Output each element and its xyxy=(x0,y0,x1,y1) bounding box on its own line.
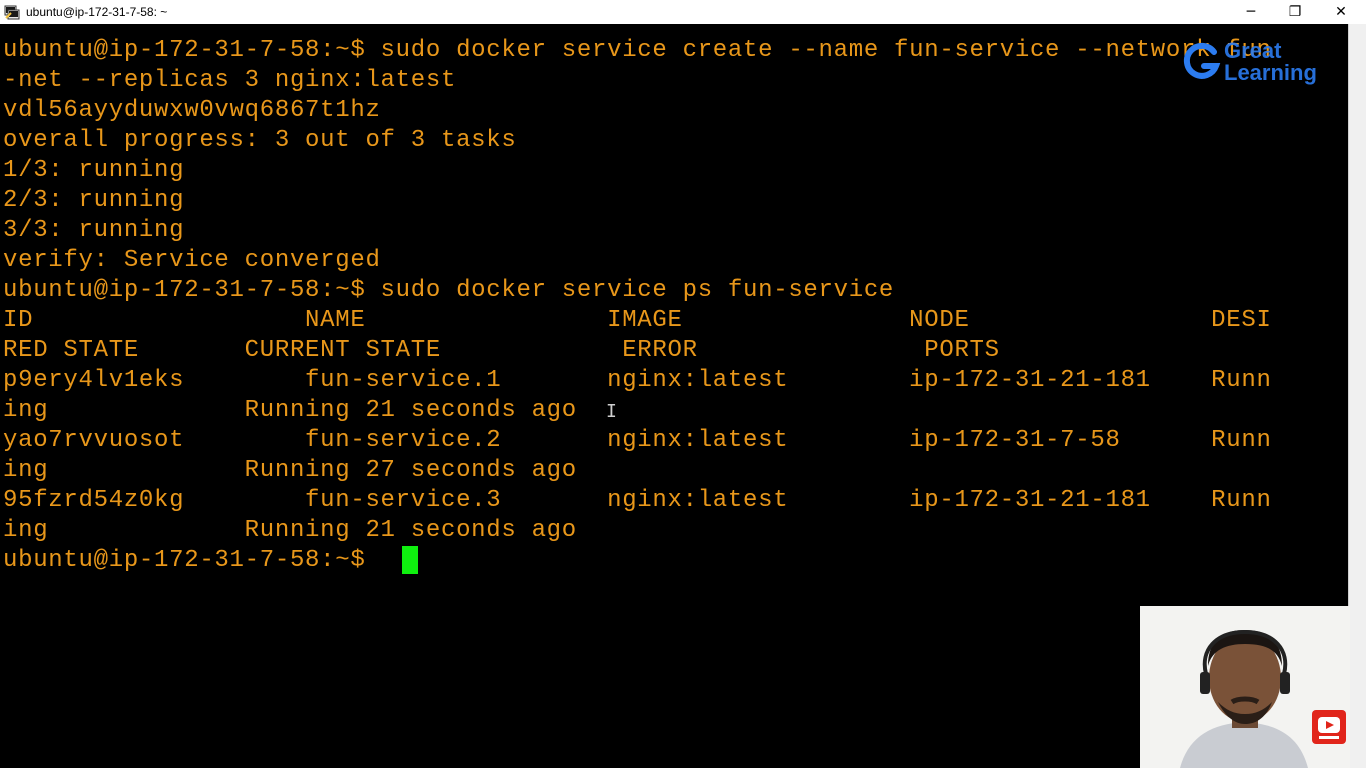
terminal-line: p9ery4lv1eks fun-service.1 nginx:latest … xyxy=(3,367,1272,394)
terminal-line: 3/3: running xyxy=(3,217,185,244)
terminal-line: ing Running 21 seconds ago xyxy=(3,397,577,424)
terminal-line: ubuntu@ip-172-31-7-58:~$ sudo docker ser… xyxy=(3,277,895,304)
text-cursor-icon: I xyxy=(606,401,617,422)
close-button[interactable]: ✕ xyxy=(1318,0,1364,24)
terminal-line: yao7rvvuosot fun-service.2 nginx:latest … xyxy=(3,427,1272,454)
minimize-button[interactable]: ─ xyxy=(1228,0,1274,24)
terminal-cursor xyxy=(402,546,418,574)
great-learning-logo: Great Learning xyxy=(1178,40,1348,96)
terminal-line: ID NAME IMAGE NODE DESI xyxy=(3,307,1272,334)
window-titlebar: ubuntu@ip-172-31-7-58: ~ ─ ❐ ✕ xyxy=(0,0,1366,25)
presenter-webcam xyxy=(1140,606,1350,768)
terminal-line: vdl56ayyduwxw0vwq6867t1hz xyxy=(3,97,381,124)
terminal-line: 95fzrd54z0kg fun-service.3 nginx:latest … xyxy=(3,487,1272,514)
terminal-line: 1/3: running xyxy=(3,157,185,184)
great-learning-g-icon xyxy=(1183,42,1221,79)
putty-terminal-icon xyxy=(4,5,20,20)
terminal-line: verify: Service converged xyxy=(3,247,381,274)
logo-line-1: Great xyxy=(1224,38,1282,63)
terminal-line: RED STATE CURRENT STATE ERROR PORTS xyxy=(3,337,1000,364)
terminal-prompt: ubuntu@ip-172-31-7-58:~$ xyxy=(3,547,381,574)
terminal-line: 2/3: running xyxy=(3,187,185,214)
restore-button[interactable]: ❐ xyxy=(1272,0,1318,24)
terminal-line: ubuntu@ip-172-31-7-58:~$ sudo docker ser… xyxy=(3,37,1272,64)
youtube-subscribe-icon[interactable] xyxy=(1312,710,1346,744)
vertical-scrollbar[interactable] xyxy=(1348,24,1366,768)
terminal-line: -net --replicas 3 nginx:latest xyxy=(3,67,457,94)
play-icon xyxy=(1318,717,1340,739)
terminal-line: ing Running 21 seconds ago xyxy=(3,517,577,544)
terminal-line: overall progress: 3 out of 3 tasks xyxy=(3,127,517,154)
logo-text: Great Learning xyxy=(1224,40,1317,84)
logo-line-2: Learning xyxy=(1224,60,1317,85)
terminal-line: ing Running 27 seconds ago xyxy=(3,457,577,484)
window-title: ubuntu@ip-172-31-7-58: ~ xyxy=(26,5,168,19)
